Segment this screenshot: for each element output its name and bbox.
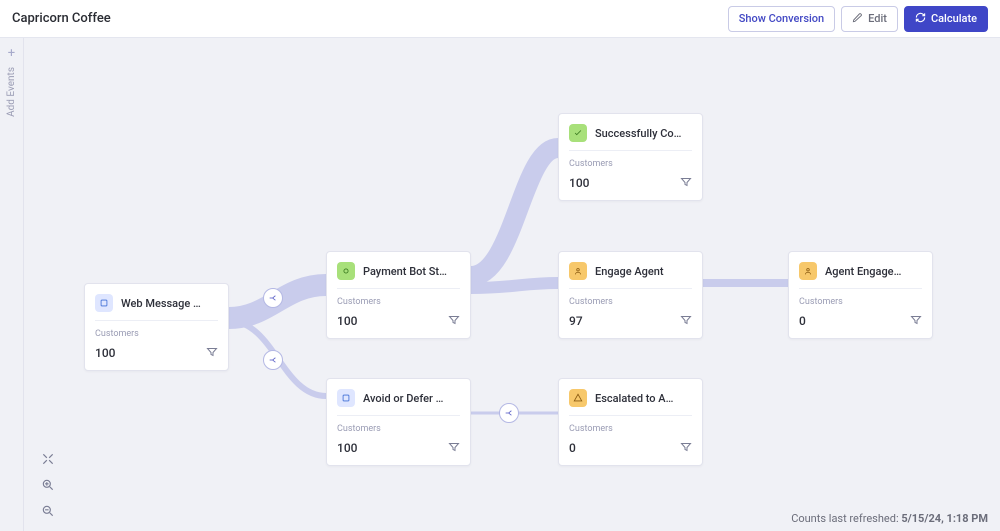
node-avoid-defer[interactable]: Avoid or Defer … Customers 100 xyxy=(326,378,471,466)
branch-icon xyxy=(263,288,283,308)
filter-icon[interactable] xyxy=(206,343,218,362)
show-conversion-button[interactable]: Show Conversion xyxy=(728,6,835,32)
node-engage-agent[interactable]: Engage Agent Customers 97 xyxy=(558,251,703,339)
metric-value: 100 xyxy=(95,346,115,360)
fit-icon[interactable] xyxy=(40,451,56,467)
journey-canvas[interactable]: Web Message … Customers 100 Payment Bot … xyxy=(24,38,1000,531)
branch-icon xyxy=(263,350,283,370)
metric-label: Customers xyxy=(337,297,460,307)
node-title: Payment Bot St… xyxy=(363,265,447,278)
metric-value: 0 xyxy=(569,441,576,455)
refresh-timestamp: Counts last refreshed: 5/15/24, 1:18 PM xyxy=(791,512,988,525)
node-title: Agent Engage… xyxy=(825,265,901,278)
metric-label: Customers xyxy=(337,424,460,434)
branch-icon xyxy=(499,403,519,423)
event-icon xyxy=(95,294,113,312)
event-icon xyxy=(337,262,355,280)
node-web-message[interactable]: Web Message … Customers 100 xyxy=(84,283,229,371)
metric-value: 100 xyxy=(337,441,357,455)
add-events-label[interactable]: Add Events xyxy=(6,67,17,117)
event-icon xyxy=(569,124,587,142)
metric-label: Customers xyxy=(569,297,692,307)
edit-button[interactable]: Edit xyxy=(841,6,898,32)
filter-icon[interactable] xyxy=(680,173,692,192)
event-icon xyxy=(569,389,587,407)
metric-label: Customers xyxy=(95,329,218,339)
node-agent-engage[interactable]: Agent Engage… Customers 0 xyxy=(788,251,933,339)
pencil-icon xyxy=(852,12,863,26)
metric-label: Customers xyxy=(569,424,692,434)
metric-label: Customers xyxy=(569,159,692,169)
metric-value: 100 xyxy=(337,314,357,328)
node-escalated[interactable]: Escalated to A… Customers 0 xyxy=(558,378,703,466)
top-bar: Capricorn Coffee Show Conversion Edit Ca… xyxy=(0,0,1000,38)
side-rail: + Add Events xyxy=(0,38,24,531)
metric-label: Customers xyxy=(799,297,922,307)
filter-icon[interactable] xyxy=(448,438,460,457)
zoom-in-icon[interactable] xyxy=(40,477,56,493)
zoom-out-icon[interactable] xyxy=(40,503,56,519)
filter-icon[interactable] xyxy=(680,438,692,457)
filter-icon[interactable] xyxy=(910,311,922,330)
node-title: Successfully Co… xyxy=(595,127,681,140)
page-title: Capricorn Coffee xyxy=(12,11,111,26)
node-title: Engage Agent xyxy=(595,265,664,278)
plus-icon[interactable]: + xyxy=(8,46,15,61)
event-icon xyxy=(799,262,817,280)
event-icon xyxy=(569,262,587,280)
canvas-tools xyxy=(40,451,56,519)
node-payment-bot[interactable]: Payment Bot St… Customers 100 xyxy=(326,251,471,339)
refresh-icon xyxy=(915,12,926,26)
calculate-button[interactable]: Calculate xyxy=(904,6,988,32)
metric-value: 97 xyxy=(569,314,583,328)
node-title: Escalated to A… xyxy=(595,392,673,405)
node-success[interactable]: Successfully Co… Customers 100 xyxy=(558,113,703,201)
metric-value: 0 xyxy=(799,314,806,328)
node-title: Avoid or Defer … xyxy=(363,392,443,405)
event-icon xyxy=(337,389,355,407)
filter-icon[interactable] xyxy=(448,311,460,330)
metric-value: 100 xyxy=(569,176,589,190)
node-title: Web Message … xyxy=(121,297,201,310)
filter-icon[interactable] xyxy=(680,311,692,330)
